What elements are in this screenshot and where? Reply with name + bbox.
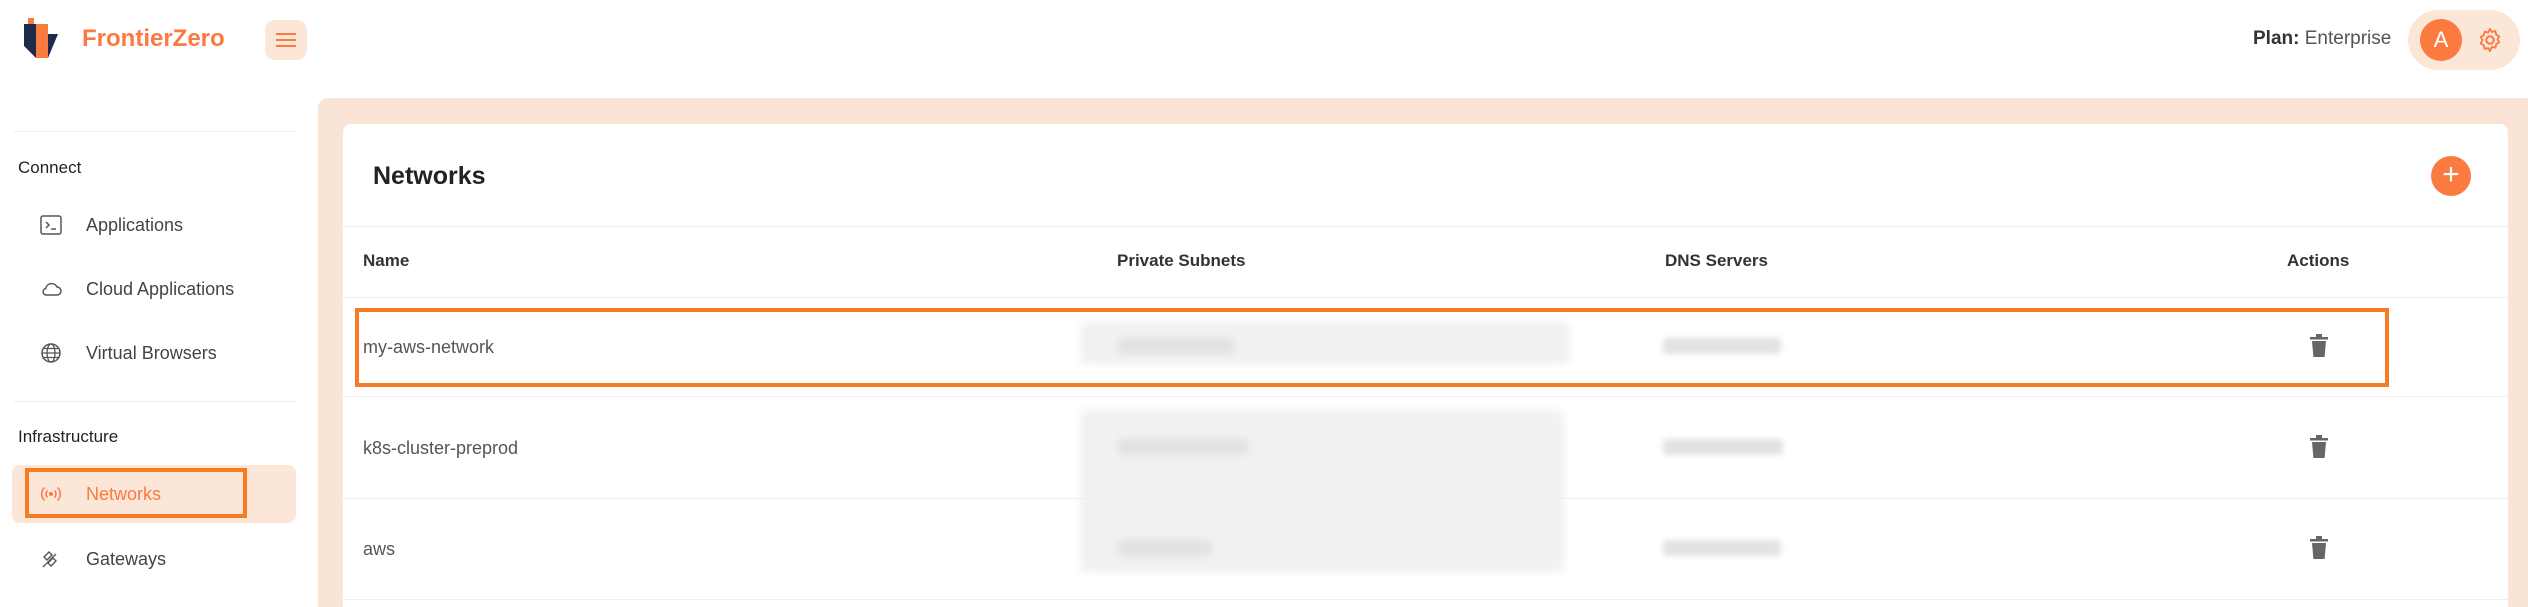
column-header-dns-servers[interactable]: DNS Servers xyxy=(1665,251,1768,271)
trash-icon[interactable] xyxy=(2309,435,2329,459)
redacted-dns-servers xyxy=(1663,540,1781,556)
top-bar: FrontierZero Plan: Enterprise A xyxy=(0,0,2528,80)
column-header-actions: Actions xyxy=(2287,251,2350,270)
sidebar-item-label: Applications xyxy=(86,215,184,235)
divider xyxy=(343,599,2508,600)
page-title: Networks xyxy=(373,162,486,190)
gear-icon[interactable] xyxy=(2476,26,2504,54)
section-title-infrastructure: Infrastructure xyxy=(18,427,119,446)
redacted-private-subnets xyxy=(1118,540,1212,556)
column-header-name[interactable]: Name xyxy=(363,251,409,271)
add-network-button[interactable]: + xyxy=(2431,156,2471,196)
avatar[interactable]: A xyxy=(2420,19,2462,61)
terminal-icon xyxy=(40,215,62,235)
hamburger-icon xyxy=(276,33,296,47)
sidebar-item-label: Cloud Applications xyxy=(86,279,235,299)
globe-icon xyxy=(41,343,61,363)
satellite-icon xyxy=(42,551,57,568)
section-title-connect: Connect xyxy=(18,158,82,177)
plan-value: Enterprise xyxy=(2304,28,2392,49)
divider xyxy=(14,401,296,402)
sidebar-item-cloud-applications[interactable]: Cloud Applications xyxy=(12,260,296,318)
divider xyxy=(343,498,2508,499)
focus-highlight-networks xyxy=(25,468,247,518)
sidebar: Connect Applications Cloud Applications … xyxy=(0,80,310,607)
focus-highlight-row xyxy=(355,308,2389,387)
sidebar-item-label: Virtual Browsers xyxy=(86,343,217,363)
frontierzero-logo-icon xyxy=(24,18,58,58)
app-logo[interactable]: FrontierZero xyxy=(22,18,225,60)
user-menu: A xyxy=(2408,10,2520,70)
cloud-icon xyxy=(42,282,62,296)
sidebar-item-applications[interactable]: Applications xyxy=(12,196,296,254)
divider xyxy=(343,226,2508,227)
sidebar-item-label: Gateways xyxy=(86,549,167,569)
redacted-dns-servers xyxy=(1663,439,1783,455)
redacted-private-subnets xyxy=(1118,439,1248,455)
plan-label: Plan: xyxy=(2253,28,2300,49)
divider xyxy=(343,297,2508,298)
plan-indicator: Plan: Enterprise xyxy=(2253,28,2391,50)
trash-icon[interactable] xyxy=(2309,536,2329,560)
divider xyxy=(14,131,296,132)
divider xyxy=(343,396,2508,397)
hamburger-menu-button[interactable] xyxy=(265,20,307,60)
column-header-private-subnets[interactable]: Private Subnets xyxy=(1117,251,1246,271)
network-name: k8s-cluster-preprod xyxy=(363,438,519,458)
app-name: FrontierZero xyxy=(82,25,225,52)
sidebar-item-gateways[interactable]: Gateways xyxy=(12,530,296,588)
network-name: aws xyxy=(363,539,396,559)
sidebar-item-virtual-browsers[interactable]: Virtual Browsers xyxy=(12,324,296,382)
